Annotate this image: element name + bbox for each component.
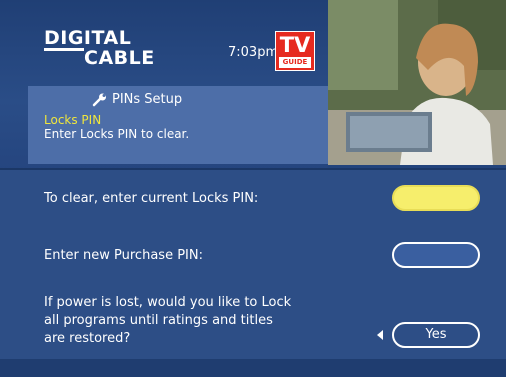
logo-underline	[44, 48, 84, 51]
tv-guide-logo-tv: TV	[279, 33, 311, 57]
digital-cable-logo: DIGITAL CABLE	[44, 28, 155, 68]
video-preview	[328, 0, 506, 165]
lock-option-selector[interactable]: Yes	[392, 322, 480, 348]
footer-bar	[0, 359, 506, 377]
tv-guide-logo-guide: GUIDE	[279, 57, 311, 68]
header-divider	[0, 168, 506, 170]
panel-title: PINs Setup	[90, 92, 182, 107]
panel-subtitle-highlight: Locks PIN	[44, 113, 102, 127]
power-lost-line-2: all programs until ratings and titles	[44, 313, 273, 328]
panel-subtitle-instruction: Enter Locks PIN to clear.	[44, 127, 190, 141]
power-lost-line-1: If power is lost, would you like to Lock	[44, 295, 292, 310]
video-preview-image	[328, 0, 506, 165]
logo-line-1: DIGITAL	[44, 27, 132, 49]
tv-guide-logo: TV GUIDE	[275, 31, 315, 71]
new-purchase-pin-field[interactable]	[392, 242, 480, 268]
current-locks-pin-field[interactable]	[392, 185, 480, 211]
power-lost-line-3: are restored?	[44, 331, 131, 346]
left-arrow-icon[interactable]	[377, 330, 383, 340]
power-lost-question: If power is lost, would you like to Lock…	[44, 294, 291, 348]
lock-option-value: Yes	[425, 327, 447, 342]
panel-title-text: PINs Setup	[112, 92, 183, 107]
clear-pin-label: To clear, enter current Locks PIN:	[44, 191, 259, 206]
clock-time: 7:03pm	[228, 45, 279, 60]
logo-line-2: CABLE	[84, 47, 155, 69]
new-purchase-pin-label: Enter new Purchase PIN:	[44, 248, 203, 263]
